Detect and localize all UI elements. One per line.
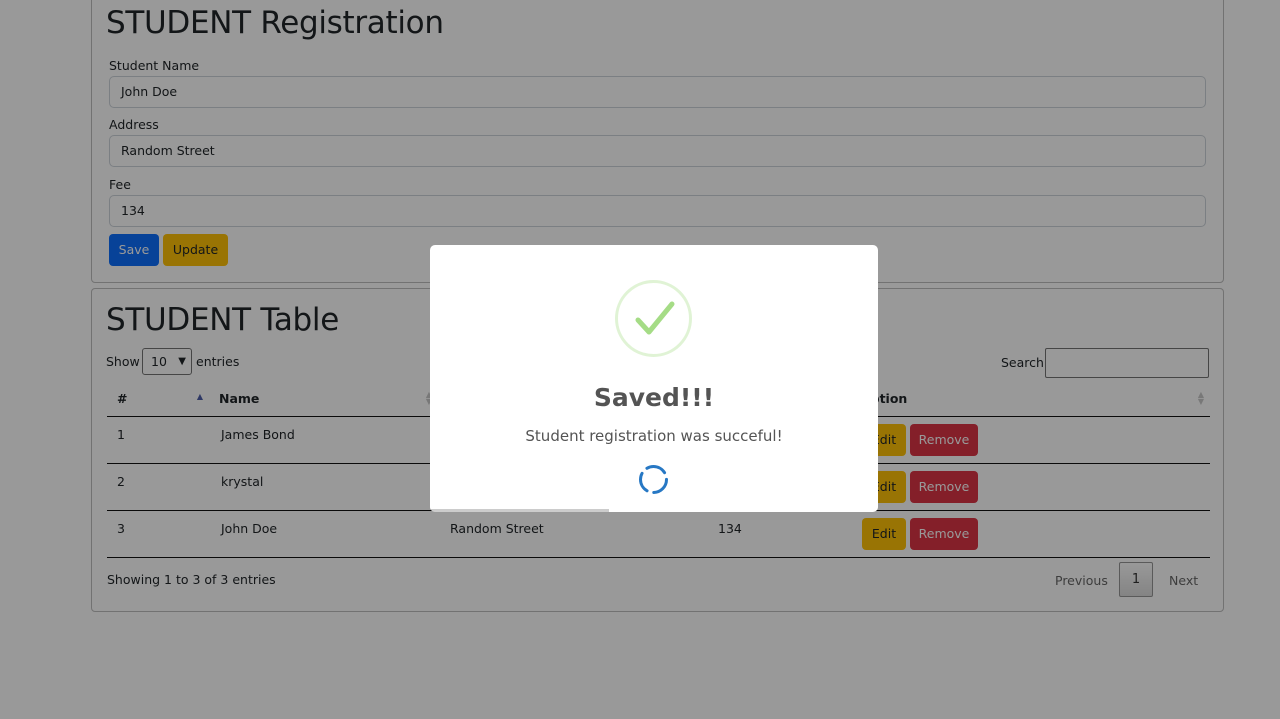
modal-message: Student registration was succeful!	[525, 427, 783, 445]
success-icon	[615, 280, 692, 357]
modal-timer-progress	[430, 509, 610, 512]
modal-title: Saved!!!	[593, 383, 715, 412]
loading-spinner-icon	[638, 464, 669, 495]
success-modal: Saved!!! Student registration was succef…	[430, 245, 878, 512]
check-icon	[635, 301, 675, 335]
